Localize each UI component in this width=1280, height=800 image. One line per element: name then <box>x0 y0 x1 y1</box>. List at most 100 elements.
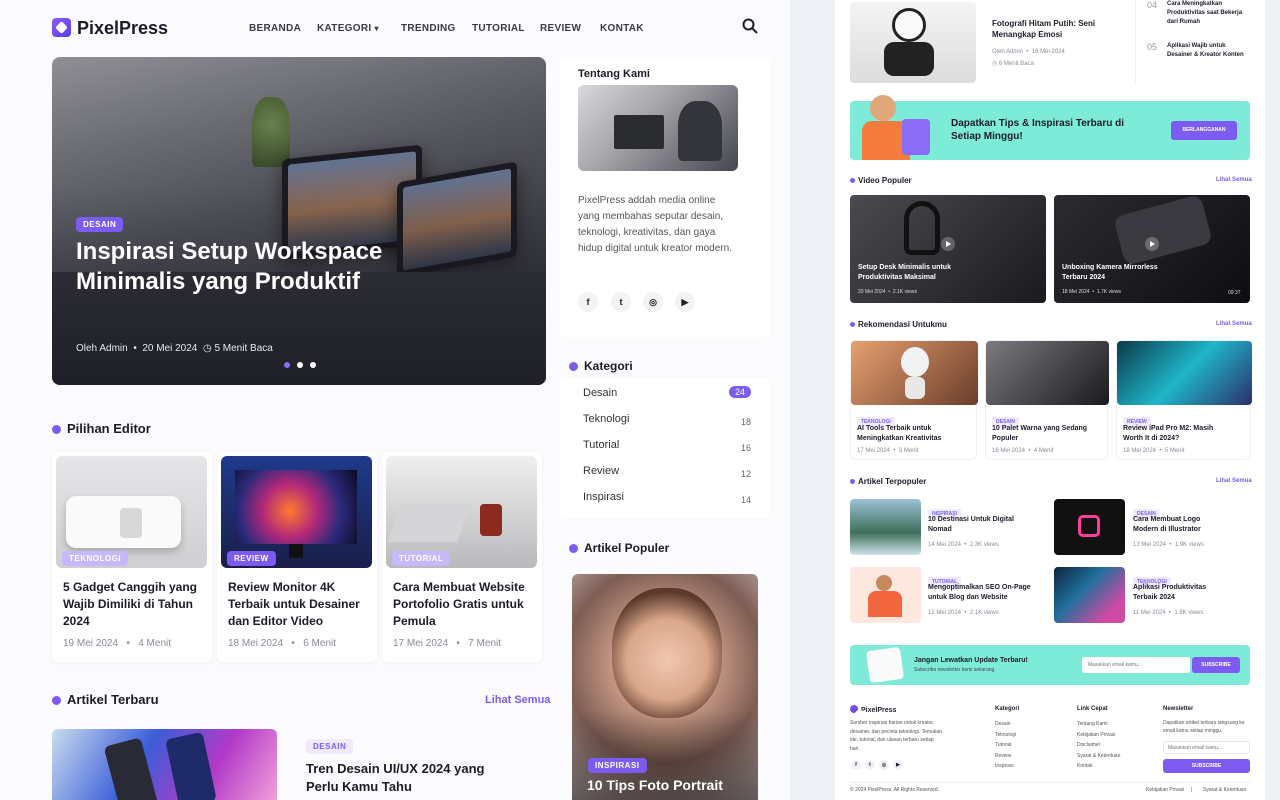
facebook-icon[interactable]: f <box>851 760 861 770</box>
recommend-card-3[interactable]: REVIEW Review iPad Pro M2: Masih Worth I… <box>1116 340 1252 460</box>
newsletter-email-input[interactable] <box>1082 657 1190 673</box>
play-icon[interactable] <box>1145 237 1159 251</box>
category-item-review[interactable]: Review 12 <box>569 464 755 488</box>
facebook-icon[interactable]: f <box>578 292 598 312</box>
footer-link[interactable]: Desain <box>995 719 1016 730</box>
footer-link[interactable]: Disclaimer <box>1077 740 1120 751</box>
footer-link[interactable]: Inspirasi <box>995 761 1016 772</box>
footer-link[interactable]: Tentang Kami <box>1077 719 1120 730</box>
site-logo[interactable]: PixelPress <box>52 18 168 39</box>
popular-title-text: Artikel Populer <box>584 541 670 555</box>
youtube-icon[interactable]: ▶ <box>675 292 695 312</box>
card-title[interactable]: 10 Destinasi Untuk Digital Nomad <box>928 515 1018 534</box>
hero-title[interactable]: Inspirasi Setup Workspace Minimalis yang… <box>76 237 416 297</box>
video-card-2[interactable]: Unboxing Kamera Mirrorless Terbaru 2024 … <box>1054 195 1250 303</box>
instagram-icon[interactable]: ◎ <box>879 760 889 770</box>
category-item-inspirasi[interactable]: Inspirasi 14 <box>569 490 755 514</box>
footer-separator: | <box>1191 787 1193 793</box>
card-title[interactable]: Review Monitor 4K Terbaik untuk Desainer… <box>228 579 368 630</box>
footer-link[interactable]: Syarat & Ketentuan <box>1077 751 1120 762</box>
nav-kategori[interactable]: KATEGORI ▾ <box>317 23 379 34</box>
card-title[interactable]: 10 Palet Warna yang Sedang Populer <box>992 424 1092 443</box>
footer-link[interactable]: Kebijakan Privasi <box>1077 730 1120 741</box>
youtube-icon[interactable]: ▶ <box>893 760 903 770</box>
card-title[interactable]: 5 Gadget Canggih yang Wajib Dimiliki di … <box>63 579 203 630</box>
slider-dot-1[interactable] <box>284 362 290 368</box>
nav-kontak[interactable]: KONTAK <box>600 23 644 34</box>
nav-trending[interactable]: TRENDING <box>401 23 456 34</box>
footer-logo[interactable]: PixelPress <box>850 705 896 714</box>
card-read-time: 4 Menit <box>138 638 172 649</box>
latest-tag[interactable]: DESAIN <box>306 739 354 754</box>
rank-title[interactable]: Cara Meningkatkan Produktivitas saat Bek… <box>1167 0 1247 27</box>
card-date: 12 Mei 2024 <box>928 610 962 616</box>
subscribe-button[interactable]: BERLANGGANAN <box>1171 121 1237 140</box>
slider-dot-3[interactable] <box>310 362 316 368</box>
top-article-title[interactable]: Fotografi Hitam Putih: Seni Menangkap Em… <box>992 18 1102 40</box>
popular-feature-card[interactable]: INSPIRASI 10 Tips Foto Portrait <box>572 574 758 800</box>
play-icon[interactable] <box>941 237 955 251</box>
card-tag[interactable]: TUTORIAL <box>392 551 451 566</box>
editor-card-2[interactable]: REVIEW Review Monitor 4K Terbaik untuk D… <box>217 452 377 662</box>
newsletter-subscribe-button[interactable]: SUBSCRIBE <box>1192 657 1240 673</box>
card-meta: 11 Mei 2024 • 1.8K views <box>1133 610 1204 616</box>
category-item-tutorial[interactable]: Tutorial 16 <box>569 438 755 462</box>
see-all-most-read[interactable]: Lihat Semua <box>1216 478 1252 484</box>
footer-email-input[interactable] <box>1163 741 1250 754</box>
nav-beranda[interactable]: BERANDA <box>249 23 301 34</box>
twitter-icon[interactable]: t <box>865 760 875 770</box>
footer-link[interactable]: Review <box>995 751 1016 762</box>
footer-privacy-link[interactable]: Kebijakan Privasi <box>1146 785 1184 796</box>
video-card-1[interactable]: Setup Desk Minimalis untuk Produktivitas… <box>850 195 1046 303</box>
card-title[interactable]: Aplikasi Produktivitas Terbaik 2024 <box>1133 583 1223 602</box>
popular-tag[interactable]: INSPIRASI <box>588 758 647 773</box>
card-title[interactable]: Mengoptimalkan SEO On-Page untuk Blog da… <box>928 583 1038 602</box>
editor-card-1[interactable]: TEKNOLOGI 5 Gadget Canggih yang Wajib Di… <box>52 452 212 662</box>
category-item-teknologi[interactable]: Teknologi 18 <box>569 412 755 436</box>
footer-links-title: Link Cepat <box>1077 706 1108 712</box>
section-title-editor: Pilihan Editor <box>52 421 151 436</box>
footer-cat-title: Kategori <box>995 706 1020 712</box>
see-all-recommend[interactable]: Lihat Semua <box>1216 321 1252 327</box>
nav-review[interactable]: REVIEW <box>540 23 581 34</box>
hero-tag[interactable]: DESAIN <box>76 217 124 232</box>
most-read-image-2[interactable] <box>1054 499 1125 555</box>
twitter-icon[interactable]: t <box>611 292 631 312</box>
video-title[interactable]: Setup Desk Minimalis untuk Produktivitas… <box>858 263 978 283</box>
card-title[interactable]: Review iPad Pro M2: Masih Worth It di 20… <box>1123 424 1223 443</box>
card-title[interactable]: Cara Membuat Logo Modern di Illustrator <box>1133 515 1223 534</box>
top-article-image[interactable] <box>850 2 976 83</box>
footer-subscribe-button[interactable]: SUBSCRIBE <box>1163 759 1250 773</box>
recommend-card-1[interactable]: TEKNOLOGI AI Tools Terbaik untuk Meningk… <box>850 340 978 460</box>
footer-link[interactable]: Teknologi <box>995 730 1016 741</box>
card-title[interactable]: Cara Membuat Website Portofolio Gratis u… <box>393 579 533 630</box>
see-all-videos[interactable]: Lihat Semua <box>1216 177 1252 183</box>
latest-article-image[interactable] <box>52 729 277 800</box>
footer-terms-link[interactable]: Syarat & Ketentuan <box>1203 785 1246 796</box>
card-tag[interactable]: REVIEW <box>227 551 276 566</box>
most-read-image-3[interactable] <box>850 567 921 623</box>
search-icon[interactable] <box>742 18 760 36</box>
nav-tutorial[interactable]: TUTORIAL <box>472 23 525 34</box>
footer-link[interactable]: Tutorial <box>995 740 1016 751</box>
category-item-desain[interactable]: Desain 24 <box>569 386 755 410</box>
most-read-image-4[interactable] <box>1054 567 1125 623</box>
footer-link[interactable]: Kontak <box>1077 761 1120 772</box>
editor-card-3[interactable]: TUTORIAL Cara Membuat Website Portofolio… <box>382 452 542 662</box>
video-title[interactable]: Unboxing Kamera Mirrorless Terbaru 2024 <box>1062 263 1182 283</box>
card-tag[interactable]: TEKNOLOGI <box>62 551 129 566</box>
rank-title[interactable]: Aplikasi Wajib untuk Desainer & Kreator … <box>1167 42 1247 60</box>
card-title[interactable]: AI Tools Terbaik untuk Meningkatkan Krea… <box>857 424 967 443</box>
see-all-latest[interactable]: Lihat Semua <box>485 694 550 706</box>
footer-news-text: Dapatkan artikel terbaru langsung ke ema… <box>1163 720 1245 734</box>
popular-title[interactable]: 10 Tips Foto Portrait <box>587 777 723 793</box>
slider-dot-2[interactable] <box>297 362 303 368</box>
hero-slider[interactable]: DESAIN Inspirasi Setup Workspace Minimal… <box>52 57 546 385</box>
latest-title[interactable]: Tren Desain UI/UX 2024 yang Perlu Kamu T… <box>306 760 516 796</box>
card-meta: 17 Mei 2024 • 7 Menit <box>393 638 502 649</box>
most-read-image-1[interactable] <box>850 499 921 555</box>
video-date: 20 Mei 2024 <box>858 289 886 295</box>
card-date: 11 Mei 2024 <box>1133 610 1166 616</box>
instagram-icon[interactable]: ◎ <box>643 292 663 312</box>
recommend-card-2[interactable]: DESAIN 10 Palet Warna yang Sedang Popule… <box>985 340 1109 460</box>
